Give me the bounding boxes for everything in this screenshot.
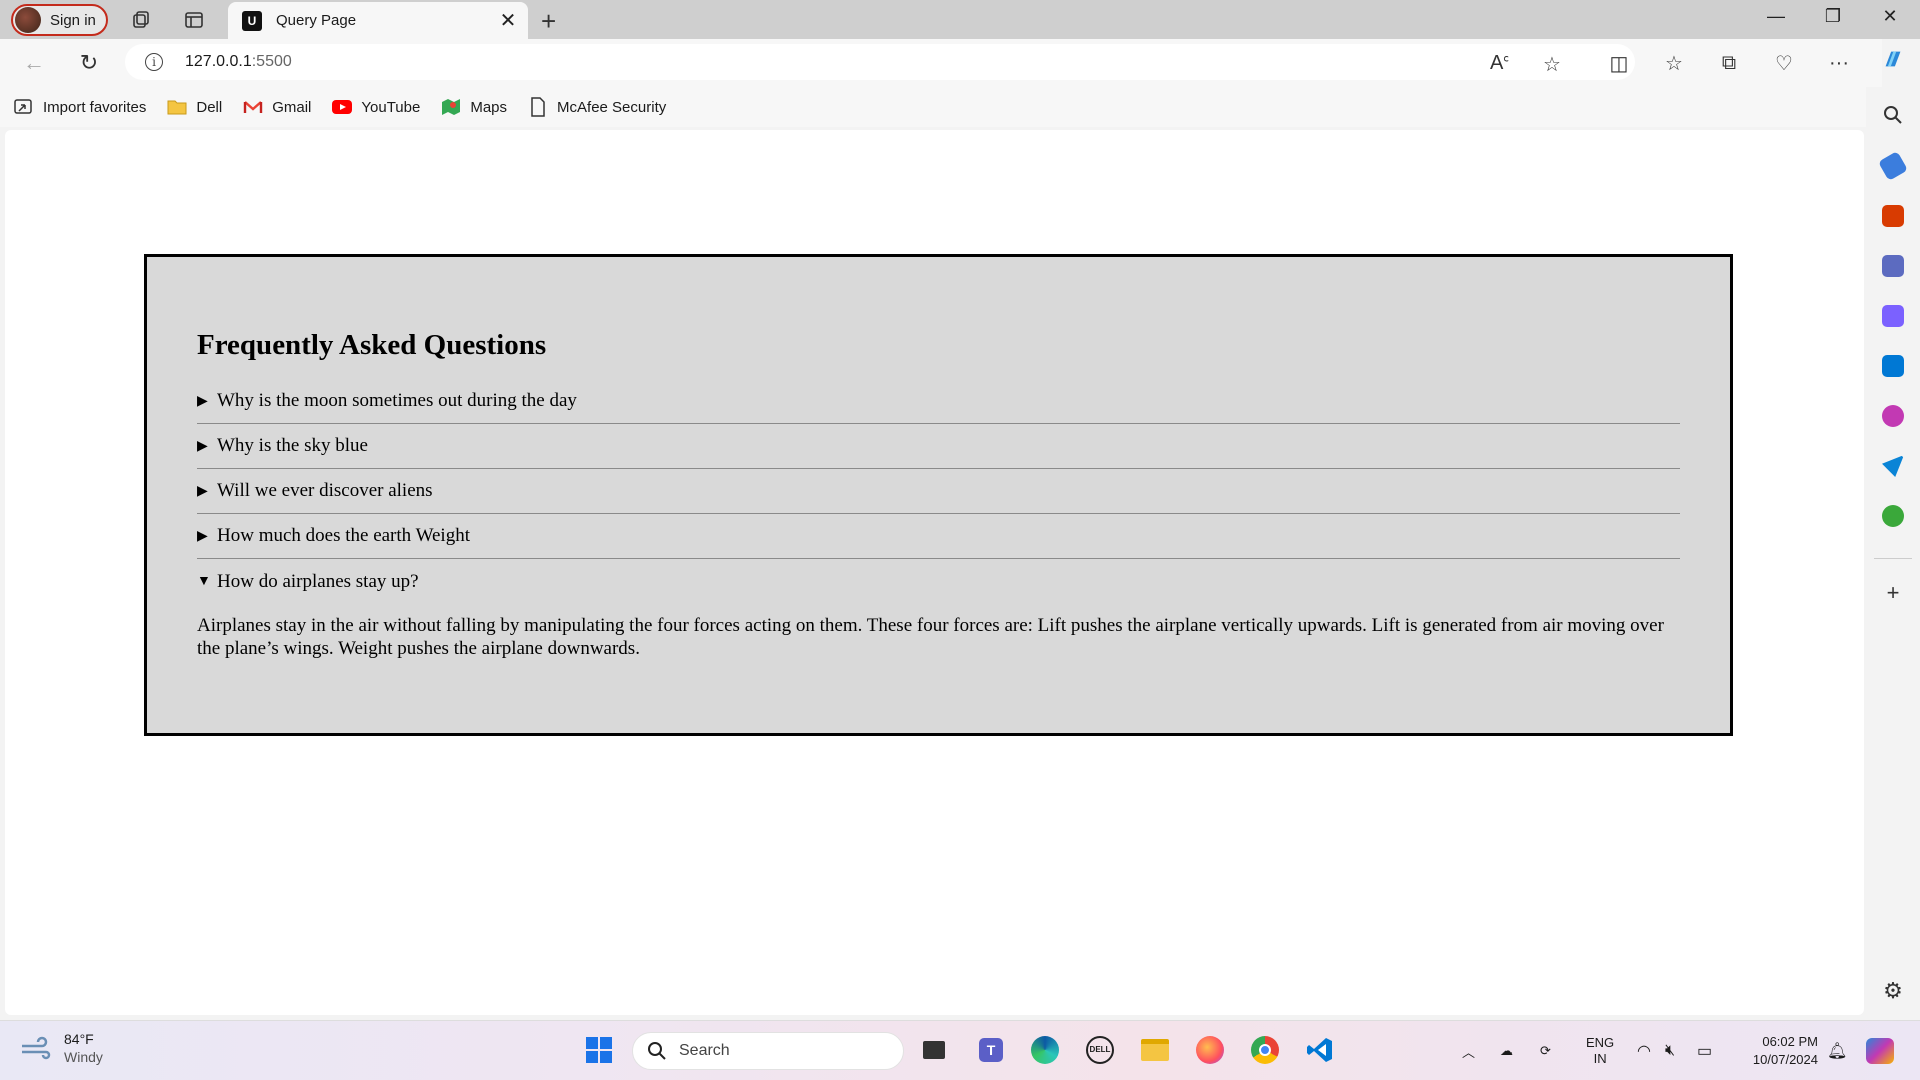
tab-title: Query Page xyxy=(276,12,357,29)
onedrive-icon[interactable]: ☁ xyxy=(1500,1021,1513,1080)
minimize-icon[interactable]: — xyxy=(1753,6,1799,27)
microsoft-365-icon[interactable] xyxy=(1882,305,1904,327)
split-screen-icon[interactable]: ◫ xyxy=(1606,51,1632,75)
web-page: Frequently Asked Questions ▶ Why is the … xyxy=(5,130,1864,1015)
tree-icon[interactable] xyxy=(1882,505,1904,527)
clock[interactable]: 06:02 PM 10/07/2024 xyxy=(1738,1021,1818,1080)
sign-in-button[interactable]: Sign in xyxy=(11,4,108,36)
battery-icon[interactable]: ▭ xyxy=(1697,1021,1712,1080)
outlook-icon[interactable] xyxy=(1882,355,1904,377)
bookmark-gmail[interactable]: Gmail xyxy=(242,97,311,117)
bookmarks-bar: Import favorites Dell Gmail YouTube Maps… xyxy=(0,87,1882,127)
show-hidden-icons[interactable]: ︿ xyxy=(1462,1021,1475,1080)
taskbar-search-box[interactable]: Search xyxy=(632,1032,904,1070)
window-close-icon[interactable]: ✕ xyxy=(1867,6,1913,27)
faq-question[interactable]: ▶ Why is the sky blue xyxy=(197,424,1680,469)
send-icon[interactable] xyxy=(1882,455,1904,477)
bookmark-maps[interactable]: Maps xyxy=(440,97,507,117)
windows-taskbar: 84°F Windy Search T DELL ︿ ☁ ⟳ ENG IN ◠ … xyxy=(0,1020,1920,1080)
read-aloud-icon[interactable]: Aⅽ xyxy=(1490,52,1509,75)
firefox-icon[interactable] xyxy=(1194,1034,1226,1066)
add-icon[interactable]: + xyxy=(1882,582,1904,604)
page-icon xyxy=(527,97,549,117)
dell-icon[interactable]: DELL xyxy=(1084,1034,1116,1066)
site-favicon-icon: U xyxy=(242,10,262,31)
faq-question-open[interactable]: ▼ How do airplanes stay up? xyxy=(197,559,1680,604)
language-indicator[interactable]: ENG IN xyxy=(1586,1021,1614,1080)
youtube-icon xyxy=(331,97,353,117)
browser-essentials-icon[interactable]: ♡ xyxy=(1771,51,1797,75)
import-icon xyxy=(13,97,35,117)
refresh-icon[interactable]: ↻ xyxy=(75,49,103,77)
bookmark-mcafee[interactable]: McAfee Security xyxy=(527,97,666,117)
more-menu-icon[interactable]: ··· xyxy=(1826,51,1852,75)
games-icon[interactable] xyxy=(1882,255,1904,277)
search-icon xyxy=(648,1042,666,1060)
file-explorer-icon[interactable] xyxy=(1139,1034,1171,1066)
weather-temp: 84°F xyxy=(64,1031,94,1047)
close-tab-icon[interactable]: ✕ xyxy=(498,8,518,33)
start-windows-icon[interactable] xyxy=(583,1034,615,1066)
weather-desc: Windy xyxy=(64,1049,103,1065)
bookmark-import-favorites[interactable]: Import favorites xyxy=(13,97,146,117)
tools-icon[interactable] xyxy=(1882,205,1904,227)
bookmark-youtube[interactable]: YouTube xyxy=(331,97,420,117)
new-tab-icon[interactable]: + xyxy=(541,6,556,37)
wifi-icon[interactable]: ◠ xyxy=(1637,1021,1651,1080)
navigation-toolbar: ← ↻ i 127.0.0.1:5500 Aⅽ ☆ ◫ ☆ ⧉ ♡ ··· xyxy=(0,39,1901,87)
faq-question[interactable]: ▶ How much does the earth Weight xyxy=(197,514,1680,559)
tab-strip: Sign in U Query Page ✕ + — ❐ ✕ xyxy=(0,0,1920,39)
sync-icon[interactable]: ⟳ xyxy=(1540,1021,1551,1080)
maps-icon xyxy=(440,97,462,117)
notification-bell-icon[interactable]: 🔔︎ xyxy=(1827,1021,1847,1080)
folder-icon xyxy=(166,97,188,117)
favorite-star-icon[interactable]: ☆ xyxy=(1543,52,1561,77)
faq-section: Frequently Asked Questions ▶ Why is the … xyxy=(144,254,1733,736)
tab-query-page[interactable]: U Query Page ✕ xyxy=(228,2,528,39)
url-text[interactable]: 127.0.0.1:5500 xyxy=(185,53,292,71)
copilot-pre-icon[interactable] xyxy=(1866,1021,1894,1080)
faq-answer: Airplanes stay in the air without fallin… xyxy=(197,615,1664,659)
faq-title: Frequently Asked Questions xyxy=(197,329,547,361)
shopping-tag-icon[interactable] xyxy=(1877,150,1909,182)
chrome-icon[interactable] xyxy=(1249,1034,1281,1066)
wind-icon xyxy=(22,1036,51,1060)
task-view-icon[interactable] xyxy=(918,1034,950,1066)
bookmark-dell[interactable]: Dell xyxy=(166,97,222,117)
vscode-icon[interactable] xyxy=(1304,1034,1336,1066)
edge-sidebar: + ⚙ xyxy=(1866,87,1920,1020)
copilot-icon[interactable] xyxy=(1880,47,1906,71)
collapsed-triangle-icon: ▶ xyxy=(197,393,208,409)
collections-icon[interactable]: ⧉ xyxy=(1716,51,1742,75)
gmail-icon xyxy=(242,97,264,117)
edge-browser-icon[interactable] xyxy=(1029,1034,1061,1066)
address-bar[interactable]: i 127.0.0.1:5500 Aⅽ ☆ xyxy=(125,44,1635,80)
faq-question[interactable]: ▶ Why is the moon sometimes out during t… xyxy=(197,379,1680,424)
vertical-tabs-icon[interactable] xyxy=(182,8,206,32)
avatar xyxy=(15,7,41,33)
favorites-icon[interactable]: ☆ xyxy=(1661,51,1687,75)
back-arrow-icon[interactable]: ← xyxy=(20,49,48,77)
faq-question[interactable]: ▶ Will we ever discover aliens xyxy=(197,469,1680,514)
weather-widget[interactable]: 84°F Windy xyxy=(20,1030,103,1066)
settings-gear-icon[interactable]: ⚙ xyxy=(1882,980,1904,1002)
restore-icon[interactable]: ❐ xyxy=(1810,6,1856,27)
search-icon[interactable] xyxy=(1882,104,1904,126)
workspaces-icon[interactable] xyxy=(129,8,153,32)
collapsed-triangle-icon: ▶ xyxy=(197,528,208,544)
sign-in-label: Sign in xyxy=(50,11,96,29)
designer-icon[interactable] xyxy=(1882,405,1904,427)
site-info-icon[interactable]: i xyxy=(145,53,163,71)
collapsed-triangle-icon: ▶ xyxy=(197,438,208,454)
sidebar-divider xyxy=(1874,558,1912,559)
search-placeholder: Search xyxy=(679,1042,730,1059)
expanded-triangle-icon: ▼ xyxy=(197,573,211,589)
teams-icon[interactable]: T xyxy=(975,1034,1007,1066)
collapsed-triangle-icon: ▶ xyxy=(197,483,208,499)
mute-speaker-icon[interactable]: 🔇︎ xyxy=(1665,1021,1675,1080)
